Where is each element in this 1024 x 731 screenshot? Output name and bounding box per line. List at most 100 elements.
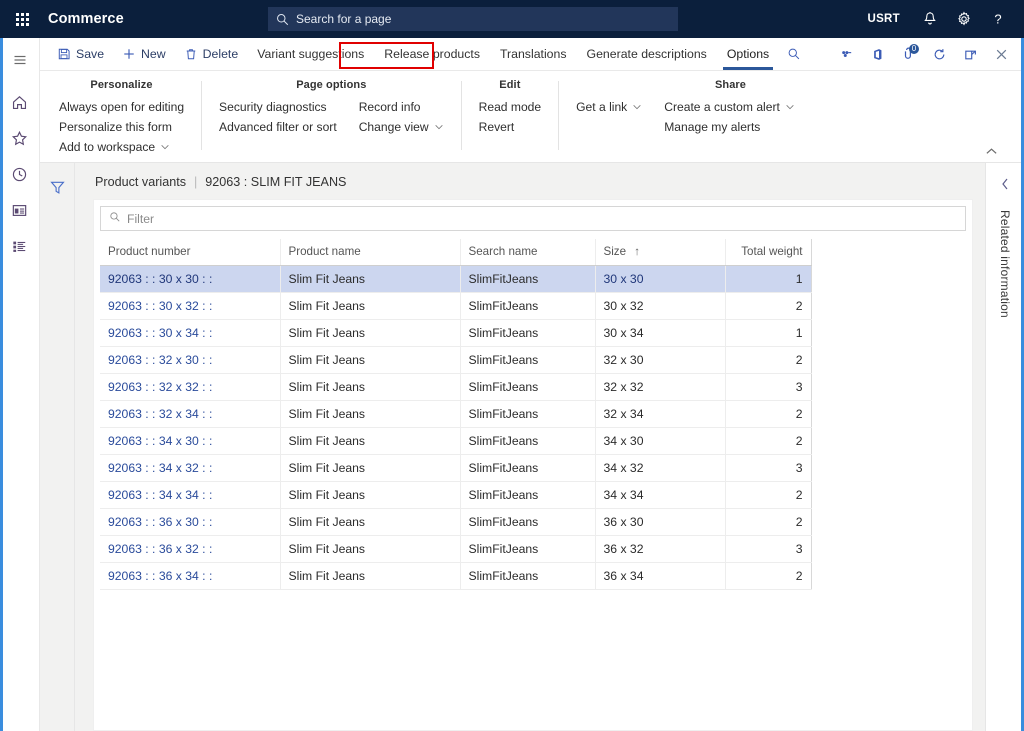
window-accent-edge-left	[0, 38, 3, 731]
grid-empty-space	[94, 590, 972, 730]
tab-translations[interactable]: Translations	[490, 38, 577, 70]
refresh-icon[interactable]	[925, 38, 954, 71]
ribbon-item-label: Read mode	[479, 100, 542, 114]
cell-product-number[interactable]: 92063 : : 32 x 32 : :	[100, 374, 280, 401]
product-variants-grid: Product number Product name Search name …	[100, 239, 812, 590]
cell-size: 36 x 34	[595, 563, 725, 590]
annotations-icon[interactable]: 0	[894, 38, 923, 71]
cell-product-number[interactable]: 92063 : : 36 x 32 : :	[100, 536, 280, 563]
ribbon-item-create-a-custom-alert[interactable]: Create a custom alert	[661, 98, 798, 116]
search-icon	[109, 210, 121, 228]
ribbon-item-revert[interactable]: Revert	[476, 118, 545, 136]
cell-product-number[interactable]: 92063 : : 30 x 34 : :	[100, 320, 280, 347]
clock-icon[interactable]	[0, 156, 40, 192]
ribbon-item-add-to-workspace[interactable]: Add to workspace	[56, 138, 187, 156]
cell-product-number[interactable]: 92063 : : 32 x 30 : :	[100, 347, 280, 374]
cell-size[interactable]: 30 x 30	[595, 266, 725, 293]
action-search-icon[interactable]	[779, 38, 809, 70]
grid-filter-input[interactable]: Filter	[100, 206, 966, 231]
table-row[interactable]: 92063 : : 34 x 30 : : Slim Fit Jeans Sli…	[100, 428, 811, 455]
star-icon[interactable]	[0, 120, 40, 156]
column-header-size[interactable]: Size ↑	[595, 239, 725, 266]
grid-header-row: Product number Product name Search name …	[100, 239, 811, 266]
funnel-filter-icon[interactable]	[43, 175, 71, 199]
cell-product-number[interactable]: 92063 : : 30 x 30 : :	[100, 266, 280, 293]
global-search-placeholder: Search for a page	[296, 12, 391, 26]
cell-size: 34 x 34	[595, 482, 725, 509]
table-row[interactable]: 92063 : : 32 x 30 : : Slim Fit Jeans Sli…	[100, 347, 811, 374]
ribbon-group-share: Share Get a link Cre	[559, 79, 812, 136]
bell-icon[interactable]	[914, 0, 946, 38]
cell-search-name: SlimFitJeans	[460, 401, 595, 428]
options-ribbon: Personalize Always open for editing Pers…	[40, 71, 1024, 162]
cell-search-name: SlimFitJeans	[460, 563, 595, 590]
new-button[interactable]: New	[113, 38, 175, 70]
save-button[interactable]: Save	[48, 38, 113, 70]
ribbon-item-security-diagnostics[interactable]: Security diagnostics	[216, 98, 340, 116]
ribbon-item-change-view[interactable]: Change view	[356, 118, 447, 136]
workspace-icon[interactable]	[0, 192, 40, 228]
table-row[interactable]: 92063 : : 36 x 32 : : Slim Fit Jeans Sli…	[100, 536, 811, 563]
cell-product-number[interactable]: 92063 : : 32 x 34 : :	[100, 401, 280, 428]
home-icon[interactable]	[0, 84, 40, 120]
column-header-product-name[interactable]: Product name	[280, 239, 460, 266]
list-icon[interactable]	[0, 228, 40, 264]
column-header-total-weight[interactable]: Total weight	[725, 239, 811, 266]
related-information-label[interactable]: Related information	[998, 210, 1012, 318]
delete-button[interactable]: Delete	[175, 38, 248, 70]
tab-release-products[interactable]: Release products	[374, 38, 490, 70]
column-header-product-number[interactable]: Product number	[100, 239, 280, 266]
table-row[interactable]: 92063 : : 34 x 34 : : Slim Fit Jeans Sli…	[100, 482, 811, 509]
table-row[interactable]: 92063 : : 32 x 32 : : Slim Fit Jeans Sli…	[100, 374, 811, 401]
table-row[interactable]: 92063 : : 34 x 32 : : Slim Fit Jeans Sli…	[100, 455, 811, 482]
global-search-box[interactable]: Search for a page	[268, 7, 678, 31]
cell-product-number[interactable]: 92063 : : 34 x 32 : :	[100, 455, 280, 482]
chevron-up-icon[interactable]	[980, 142, 1002, 160]
ribbon-item-record-info[interactable]: Record info	[356, 98, 447, 116]
tab-options[interactable]: Options	[717, 38, 779, 70]
table-row[interactable]: 92063 : : 30 x 30 : : Slim Fit Jeans Sli…	[100, 266, 811, 293]
company-selector[interactable]: USRT	[855, 13, 912, 25]
cell-search-name: SlimFitJeans	[460, 374, 595, 401]
popout-icon[interactable]	[956, 38, 985, 71]
cell-product-number[interactable]: 92063 : : 36 x 30 : :	[100, 509, 280, 536]
ribbon-item-label: Advanced filter or sort	[219, 120, 337, 134]
cell-product-number[interactable]: 92063 : : 30 x 32 : :	[100, 293, 280, 320]
cell-total-weight: 1	[725, 320, 811, 347]
tab-variant-suggestions[interactable]: Variant suggestions	[247, 38, 374, 70]
cell-product-number[interactable]: 92063 : : 36 x 34 : :	[100, 563, 280, 590]
hamburger-icon[interactable]	[0, 42, 40, 78]
ribbon-group-title: Share	[663, 79, 798, 91]
ribbon-group-title: Personalize	[56, 79, 187, 91]
cell-search-name: SlimFitJeans	[460, 536, 595, 563]
grid-card: Filter Product number Product name Searc	[93, 199, 973, 731]
column-header-search-name[interactable]: Search name	[460, 239, 595, 266]
tab-generate-descriptions[interactable]: Generate descriptions	[577, 38, 717, 70]
action-pane: Save New Delete Variant suggestions Rele…	[40, 38, 1024, 71]
cell-total-weight: 2	[725, 293, 811, 320]
table-row[interactable]: 92063 : : 30 x 32 : : Slim Fit Jeans Sli…	[100, 293, 811, 320]
ribbon-item-advanced-filter-or-sort[interactable]: Advanced filter or sort	[216, 118, 340, 136]
ribbon-item-get-a-link[interactable]: Get a link	[573, 98, 645, 116]
ribbon-item-always-open-for-editing[interactable]: Always open for editing	[56, 98, 187, 116]
page-title: Product variants	[95, 175, 186, 189]
page-subtitle: 92063 : SLIM FIT JEANS	[205, 175, 346, 189]
cell-size: 32 x 32	[595, 374, 725, 401]
table-row[interactable]: 92063 : : 30 x 34 : : Slim Fit Jeans Sli…	[100, 320, 811, 347]
ribbon-item-personalize-this-form[interactable]: Personalize this form	[56, 118, 187, 136]
attachments-icon[interactable]	[832, 38, 861, 71]
table-row[interactable]: 92063 : : 32 x 34 : : Slim Fit Jeans Sli…	[100, 401, 811, 428]
close-icon[interactable]	[987, 38, 1016, 71]
ribbon-item-manage-my-alerts[interactable]: Manage my alerts	[661, 118, 798, 136]
table-row[interactable]: 92063 : : 36 x 30 : : Slim Fit Jeans Sli…	[100, 509, 811, 536]
chevron-left-icon[interactable]	[1000, 177, 1010, 196]
cell-product-name: Slim Fit Jeans	[280, 509, 460, 536]
cell-product-number[interactable]: 92063 : : 34 x 34 : :	[100, 482, 280, 509]
ribbon-item-read-mode[interactable]: Read mode	[476, 98, 545, 116]
question-mark-icon[interactable]: ?	[982, 0, 1014, 38]
open-in-office-icon[interactable]	[863, 38, 892, 71]
app-launcher-icon[interactable]	[0, 0, 44, 38]
table-row[interactable]: 92063 : : 36 x 34 : : Slim Fit Jeans Sli…	[100, 563, 811, 590]
cell-product-number[interactable]: 92063 : : 34 x 30 : :	[100, 428, 280, 455]
gear-icon[interactable]	[948, 0, 980, 38]
